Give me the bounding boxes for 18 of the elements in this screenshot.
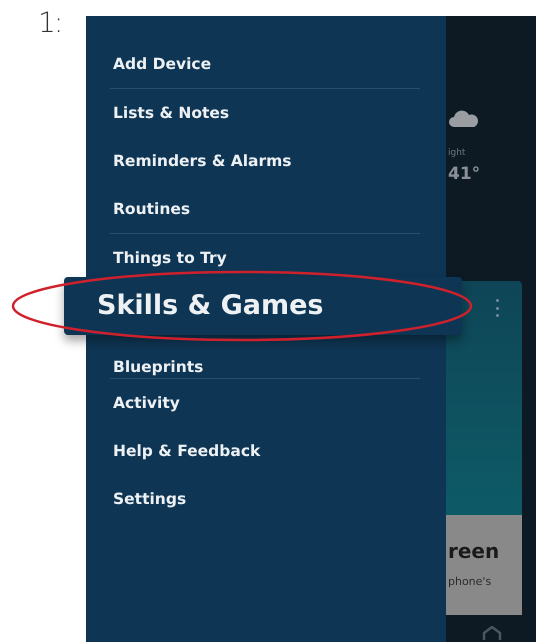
menu-item[interactable]: Lists & Notes — [113, 104, 230, 122]
card-title: reen — [448, 539, 500, 563]
highlighted-menu-item[interactable]: Skills & Games — [64, 277, 462, 335]
menu-item[interactable]: Activity — [113, 394, 180, 412]
more-icon[interactable] — [496, 299, 500, 317]
menu-item[interactable]: Add Device — [113, 55, 212, 73]
step-label: 1: — [38, 6, 62, 41]
menu-item[interactable]: Things to Try — [113, 249, 227, 267]
temperature: 41° — [448, 164, 480, 184]
cloud-icon — [448, 108, 480, 128]
menu-item[interactable]: Blueprints — [113, 358, 204, 376]
menu-item[interactable]: Help & Feedback — [113, 442, 260, 460]
weather-label: ight — [448, 148, 466, 158]
menu-item[interactable]: Settings — [113, 490, 186, 508]
home-icon[interactable] — [482, 626, 502, 640]
menu-item[interactable]: Reminders & Alarms — [113, 152, 292, 170]
menu-item[interactable]: Routines — [113, 200, 190, 218]
card-text: phone's — [448, 575, 492, 588]
